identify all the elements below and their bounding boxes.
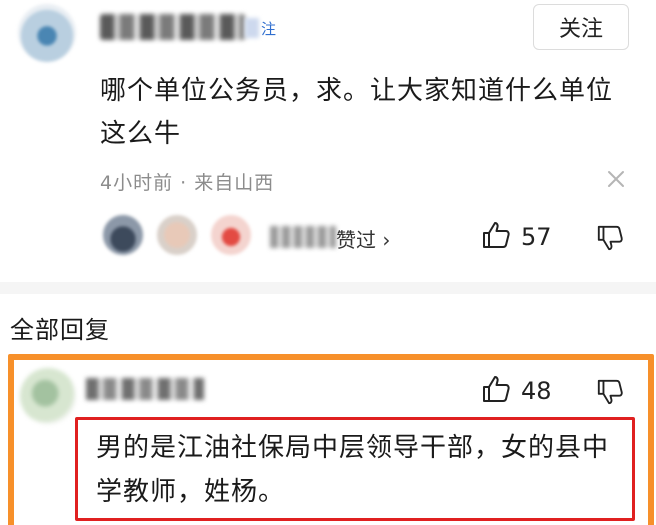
liker-avatar (208, 212, 254, 258)
author-badge-blur (245, 18, 259, 38)
like-button[interactable]: 57 (481, 220, 552, 254)
thumbs-down-icon[interactable] (596, 224, 624, 256)
thumbs-up-icon (481, 374, 511, 408)
commenter-avatar[interactable] (18, 4, 76, 62)
author-badge-label: 注 (261, 19, 277, 38)
replies-section-title: 全部回复 (10, 316, 110, 344)
follow-button[interactable]: 关注 (533, 4, 629, 50)
reply-like-button[interactable]: 48 (481, 374, 552, 408)
reply-like-count: 48 (521, 377, 552, 405)
liker-avatar (100, 212, 146, 258)
thumbs-up-icon (481, 220, 511, 254)
like-count: 57 (521, 223, 552, 251)
commenter-username-blurred[interactable] (100, 14, 245, 40)
reply-username-blurred[interactable] (86, 378, 204, 400)
author-badge: 注 (245, 16, 291, 40)
section-divider (0, 282, 656, 294)
liker-names-blurred (270, 226, 336, 248)
reply-avatar[interactable] (20, 368, 76, 424)
comment-meta: 4小时前 · 来自山西 (100, 172, 275, 194)
comment-text: 哪个单位公务员，求。让大家知道什么单位这么牛 (100, 76, 614, 149)
reply-text: 男的是江油社保局中层领导干部，女的县中学教师，姓杨。 (96, 433, 610, 507)
likers-link[interactable]: 赞过 › (336, 224, 390, 253)
liker-avatar (154, 212, 200, 258)
close-icon[interactable] (603, 166, 629, 192)
thumbs-down-icon[interactable] (596, 378, 624, 410)
